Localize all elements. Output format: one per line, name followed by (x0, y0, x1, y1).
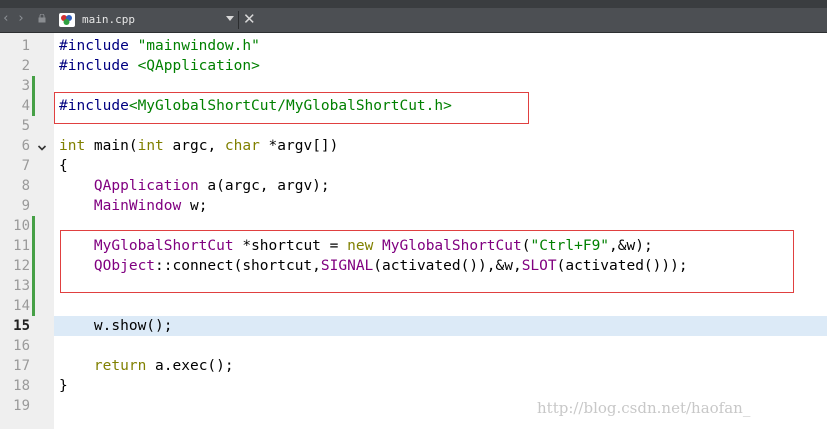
code-line-18[interactable]: } (59, 376, 68, 396)
code-token: MainWindow (93, 198, 182, 214)
lock-icon (38, 14, 46, 23)
code-token: #include (59, 58, 138, 74)
line-number: 14 (13, 298, 30, 314)
code-token: a.exec(); (146, 358, 234, 374)
code-line-17[interactable]: return a.exec(); (59, 356, 234, 376)
line-number-current: 15 (13, 318, 30, 334)
highlight-box-shortcut (60, 230, 794, 293)
line-number: 18 (13, 378, 30, 394)
code-token: int (137, 138, 164, 154)
change-marker (32, 216, 35, 316)
code-line-6[interactable]: int main(int argc, char *argv[]) (59, 136, 338, 156)
window-top-strip (0, 0, 827, 8)
line-number: 12 (13, 258, 30, 274)
code-token: { (59, 158, 68, 174)
tab-separator (238, 11, 239, 29)
code-token: char (224, 138, 260, 154)
code-line-8[interactable]: QApplication a(argc, argv); (59, 176, 330, 196)
code-token: int (59, 138, 86, 154)
line-number: 5 (21, 118, 30, 134)
code-token: #include (59, 38, 138, 54)
fold-chevron-down-icon[interactable] (37, 143, 47, 153)
code-token: return (93, 358, 147, 374)
code-token: } (59, 378, 68, 394)
code-token: *argv[]) (259, 138, 339, 154)
watermark: http://blog.csdn.net/haofan_ (537, 399, 751, 417)
line-number: 16 (13, 338, 30, 354)
line-number: 13 (13, 278, 30, 294)
close-tab-icon[interactable]: ✕ (243, 11, 256, 27)
code-line-7[interactable]: { (59, 156, 68, 176)
change-marker (32, 76, 35, 116)
line-number: 8 (21, 178, 30, 194)
line-number: 11 (13, 238, 30, 254)
tab-file-name[interactable]: main.cpp (82, 13, 135, 27)
line-number: 4 (21, 98, 30, 114)
code-token: QApplication (93, 178, 199, 194)
line-number: 2 (21, 58, 30, 74)
code-token: w; (181, 198, 208, 214)
line-number: 9 (21, 198, 30, 214)
line-number: 6 (21, 138, 30, 154)
nav-forward-icon[interactable]: › (17, 12, 25, 26)
tab-dropdown-icon[interactable] (226, 16, 234, 21)
line-number: 1 (21, 38, 30, 54)
line-number: 10 (13, 218, 30, 234)
line-number: 3 (21, 78, 30, 94)
code-token: argc, (163, 138, 225, 154)
line-number: 17 (13, 358, 30, 374)
code-line-15[interactable]: w.show(); (59, 316, 173, 336)
nav-back-icon[interactable]: ‹ (2, 12, 10, 26)
line-number: 19 (13, 398, 30, 414)
code-token: a(argc, argv); (198, 178, 330, 194)
code-token: w.show(); (59, 318, 173, 334)
qt-cpp-file-icon (59, 13, 75, 27)
code-token: "mainwindow.h" (137, 38, 260, 54)
code-line-2[interactable]: #include <QApplication> (59, 56, 260, 76)
code-token: main( (85, 138, 138, 154)
code-line-1[interactable]: #include "mainwindow.h" (59, 36, 260, 56)
code-line-9[interactable]: MainWindow w; (59, 196, 208, 216)
code-token: <QApplication> (137, 58, 260, 74)
line-number: 7 (21, 158, 30, 174)
highlight-box-include (54, 92, 529, 124)
